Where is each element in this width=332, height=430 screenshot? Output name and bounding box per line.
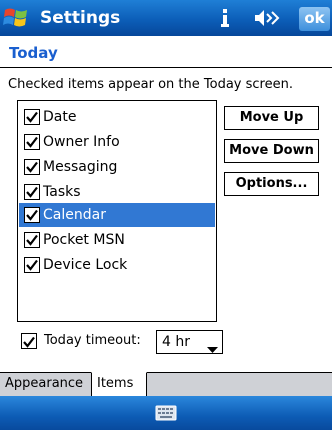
list-item-tasks[interactable]: Tasks: [19, 180, 215, 204]
timeout-select-value: 4 hr: [162, 334, 190, 350]
today-timeout-label: Today timeout:: [44, 333, 141, 348]
chevron-down-icon: [207, 339, 218, 353]
list-item-device-lock[interactable]: Device Lock: [19, 253, 215, 277]
volume-icon[interactable]: [253, 8, 281, 28]
item-label: Calendar: [43, 207, 106, 223]
instruction-text: Checked items appear on the Today screen…: [8, 77, 293, 92]
tab-strip: Appearance Items: [0, 372, 332, 396]
header-divider: [0, 67, 332, 68]
keyboard-icon[interactable]: [155, 404, 177, 422]
checkbox[interactable]: [24, 159, 40, 175]
checkbox[interactable]: [24, 207, 40, 223]
menu-bar: [0, 396, 332, 430]
checkbox[interactable]: [24, 109, 40, 125]
ok-button[interactable]: ok: [299, 7, 330, 31]
checkbox[interactable]: [24, 257, 40, 273]
tab-items[interactable]: Items: [91, 372, 147, 396]
item-label: Date: [43, 109, 77, 125]
item-label: Device Lock: [43, 257, 128, 273]
list-item-pocket-msn[interactable]: Pocket MSN: [19, 228, 215, 252]
windows-start-icon[interactable]: [2, 4, 30, 32]
list-item-owner-info[interactable]: Owner Info: [19, 130, 215, 154]
list-item-calendar[interactable]: Calendar: [19, 203, 215, 227]
title-bar: Settings ok: [0, 0, 332, 36]
timeout-select[interactable]: 4 hr: [156, 330, 223, 354]
move-down-button[interactable]: Move Down: [224, 139, 319, 163]
item-label: Messaging: [43, 159, 118, 175]
today-timeout-checkbox[interactable]: [21, 333, 37, 349]
page-title: Today: [9, 44, 58, 62]
checkbox[interactable]: [24, 232, 40, 248]
list-item-date[interactable]: Date: [19, 105, 215, 129]
item-label: Pocket MSN: [43, 232, 125, 248]
item-label: Owner Info: [43, 134, 120, 150]
today-items-list[interactable]: Date Owner Info Messaging Tasks Calendar…: [17, 100, 217, 322]
move-up-button[interactable]: Move Up: [224, 106, 319, 130]
list-item-messaging[interactable]: Messaging: [19, 155, 215, 179]
connectivity-icon[interactable]: [218, 8, 232, 28]
checkbox[interactable]: [24, 134, 40, 150]
checkbox[interactable]: [24, 184, 40, 200]
window-title: Settings: [40, 8, 121, 28]
tab-appearance[interactable]: Appearance: [0, 373, 92, 396]
item-label: Tasks: [43, 184, 81, 200]
options-button[interactable]: Options...: [224, 172, 319, 196]
